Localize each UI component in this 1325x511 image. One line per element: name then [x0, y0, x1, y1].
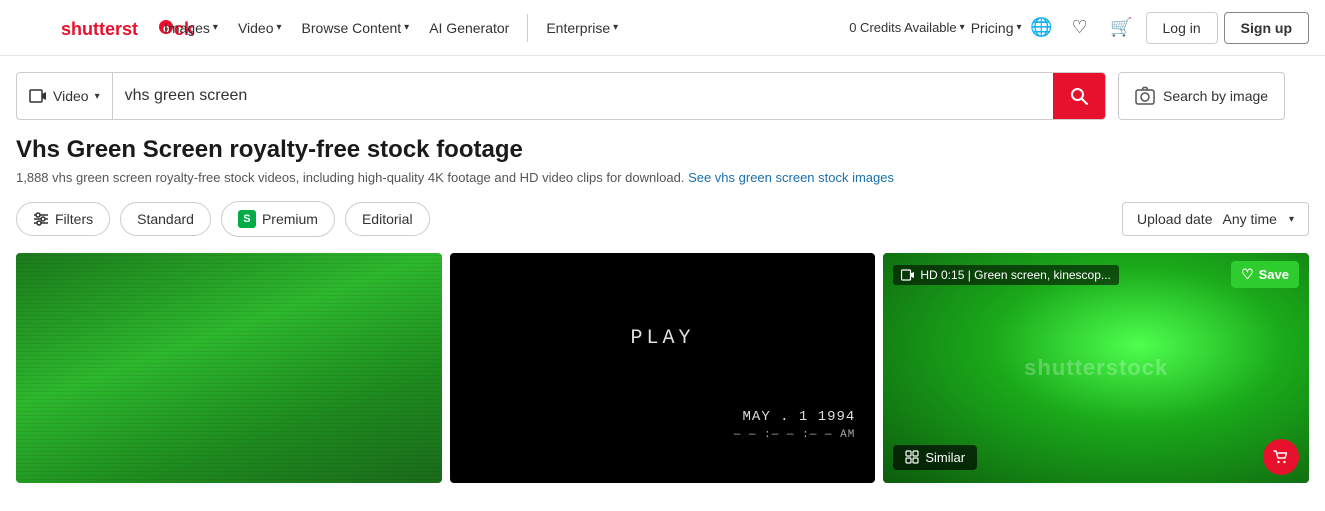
nav-video[interactable]: Video ▾ [230, 14, 290, 42]
images-chevron: ▾ [213, 22, 218, 33]
nav-ai[interactable]: AI Generator [421, 14, 517, 42]
editorial-button[interactable]: Editorial [345, 202, 430, 236]
thumbnail-3[interactable]: shutterstock HD 0:15 | Green screen, kin… [883, 253, 1309, 483]
similar-label: Similar [925, 450, 965, 465]
thumb-2-image: PLAY MAY . 1 1994 — — :— — :— — AM [450, 253, 876, 483]
thumb-3-bottom-overlay: Similar [883, 431, 1309, 483]
credits-label: 0 Credits Available [849, 20, 956, 35]
hd-badge: HD 0:15 | Green screen, kinescop... [893, 265, 1119, 285]
nav-credits[interactable]: 0 Credits Available ▾ [849, 20, 964, 35]
vhs-date-text: MAY . 1 1994 [734, 408, 856, 428]
filter-right: Upload date Any time ▾ [1122, 202, 1309, 236]
nav-images-label: Images [164, 20, 210, 36]
thumbnail-1[interactable] [16, 253, 442, 483]
search-section: Video ▾ Search by image [0, 56, 1325, 120]
signup-button[interactable]: Sign up [1224, 12, 1309, 44]
save-label: Save [1259, 267, 1289, 282]
save-button[interactable]: ♡ Save [1231, 261, 1299, 288]
date-chevron: ▾ [1289, 214, 1294, 225]
subtitle-link[interactable]: See vhs green screen stock images [688, 170, 894, 185]
subtitle-text: 1,888 vhs green screen royalty-free stoc… [16, 170, 684, 185]
camera-icon [1135, 86, 1155, 106]
nav-pricing[interactable]: Pricing ▾ [971, 20, 1022, 36]
globe-icon[interactable]: 🌐 [1028, 14, 1056, 42]
vhs-date: MAY . 1 1994 — — :— — :— — AM [734, 408, 856, 443]
search-by-image-label: Search by image [1163, 88, 1268, 104]
standard-button[interactable]: Standard [120, 202, 211, 236]
thumbnails-grid: PLAY MAY . 1 1994 — — :— — :— — AM shutt… [16, 253, 1309, 483]
page-subtitle: 1,888 vhs green screen royalty-free stoc… [16, 170, 1309, 185]
page-title: Vhs Green Screen royalty-free stock foot… [16, 136, 1309, 164]
similar-icon [905, 450, 919, 464]
pricing-label: Pricing [971, 20, 1014, 36]
pricing-chevron: ▾ [1016, 22, 1021, 33]
search-box: Video ▾ [16, 72, 1106, 120]
vhs-timecode: — — :— — :— — AM [734, 428, 856, 443]
video-type-icon [29, 87, 47, 105]
navbar: shutterst o ck Images ▾ Video ▾ Browse C… [0, 0, 1325, 56]
type-chevron: ▾ [95, 91, 100, 102]
filters-icon [33, 211, 49, 227]
any-time-label: Any time [1223, 211, 1277, 227]
nav-divider [527, 14, 528, 42]
thumb-1-image [16, 253, 442, 483]
nav-browse-label: Browse Content [302, 20, 402, 36]
nav-right: 0 Credits Available ▾ Pricing ▾ 🌐 ♡ 🛒 Lo… [849, 10, 1309, 46]
filters-label: Filters [55, 211, 93, 227]
badge-text: HD 0:15 | Green screen, kinescop... [920, 268, 1111, 282]
svg-text:shutterst: shutterst [61, 19, 138, 39]
cart-add-icon [1273, 449, 1289, 465]
browse-chevron: ▾ [404, 22, 409, 33]
search-icon [1069, 86, 1089, 106]
nav-images[interactable]: Images ▾ [156, 14, 226, 42]
search-button[interactable] [1053, 73, 1105, 119]
upload-date-label: Upload date [1137, 211, 1213, 227]
heart-icon: ♡ [1241, 266, 1254, 283]
nav-video-label: Video [238, 20, 274, 36]
video-chevron: ▾ [277, 22, 282, 33]
premium-label: Premium [262, 211, 318, 227]
favorites-icon[interactable]: ♡ [1062, 10, 1098, 46]
add-to-cart-button[interactable] [1263, 439, 1299, 475]
nav-links: Images ▾ Video ▾ Browse Content ▾ AI Gen… [156, 14, 626, 42]
content-area: Vhs Green Screen royalty-free stock foot… [0, 120, 1325, 483]
search-input[interactable] [113, 87, 1053, 105]
video-badge-icon [901, 268, 915, 282]
thumbnail-2[interactable]: PLAY MAY . 1 1994 — — :— — :— — AM [450, 253, 876, 483]
logo[interactable]: shutterst o ck [16, 17, 136, 39]
search-by-image-button[interactable]: Search by image [1118, 72, 1285, 120]
similar-button[interactable]: Similar [893, 445, 977, 470]
login-button[interactable]: Log in [1146, 12, 1218, 44]
cart-icon[interactable]: 🛒 [1104, 10, 1140, 46]
filters-button[interactable]: Filters [16, 202, 110, 236]
nav-enterprise[interactable]: Enterprise ▾ [538, 14, 626, 42]
thumb-3-top-overlay: HD 0:15 | Green screen, kinescop... ♡ Sa… [883, 253, 1309, 296]
nav-ai-label: AI Generator [429, 20, 509, 36]
search-type-label: Video [53, 88, 89, 104]
nav-enterprise-label: Enterprise [546, 20, 610, 36]
search-type-selector[interactable]: Video ▾ [17, 73, 113, 119]
credits-chevron: ▾ [960, 22, 965, 33]
upload-date-selector[interactable]: Upload date Any time ▾ [1122, 202, 1309, 236]
nav-browse[interactable]: Browse Content ▾ [294, 14, 418, 42]
premium-button[interactable]: S Premium [221, 201, 335, 237]
filters-bar: Filters Standard S Premium Editorial Upl… [16, 201, 1309, 237]
vhs-play-text: PLAY [631, 327, 695, 350]
enterprise-chevron: ▾ [613, 22, 618, 33]
premium-s-badge: S [238, 210, 256, 228]
